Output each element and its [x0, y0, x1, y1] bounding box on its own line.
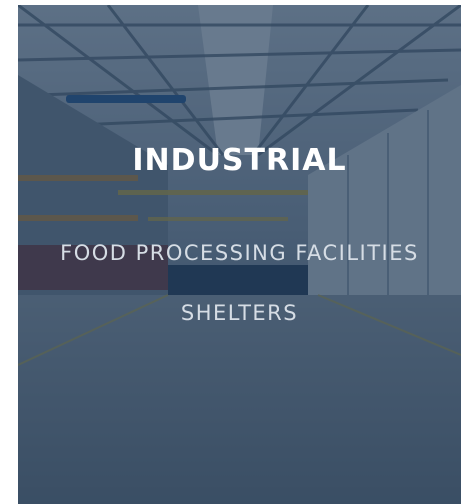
card-title: INDUSTRIAL — [132, 143, 347, 178]
food-processing-facilities-link[interactable]: FOOD PROCESSING FACILITIES — [18, 241, 461, 265]
industrial-category-card[interactable]: INDUSTRIAL FOOD PROCESSING FACILITIES SH… — [18, 5, 461, 504]
shelters-link[interactable]: SHELTERS — [18, 301, 461, 325]
